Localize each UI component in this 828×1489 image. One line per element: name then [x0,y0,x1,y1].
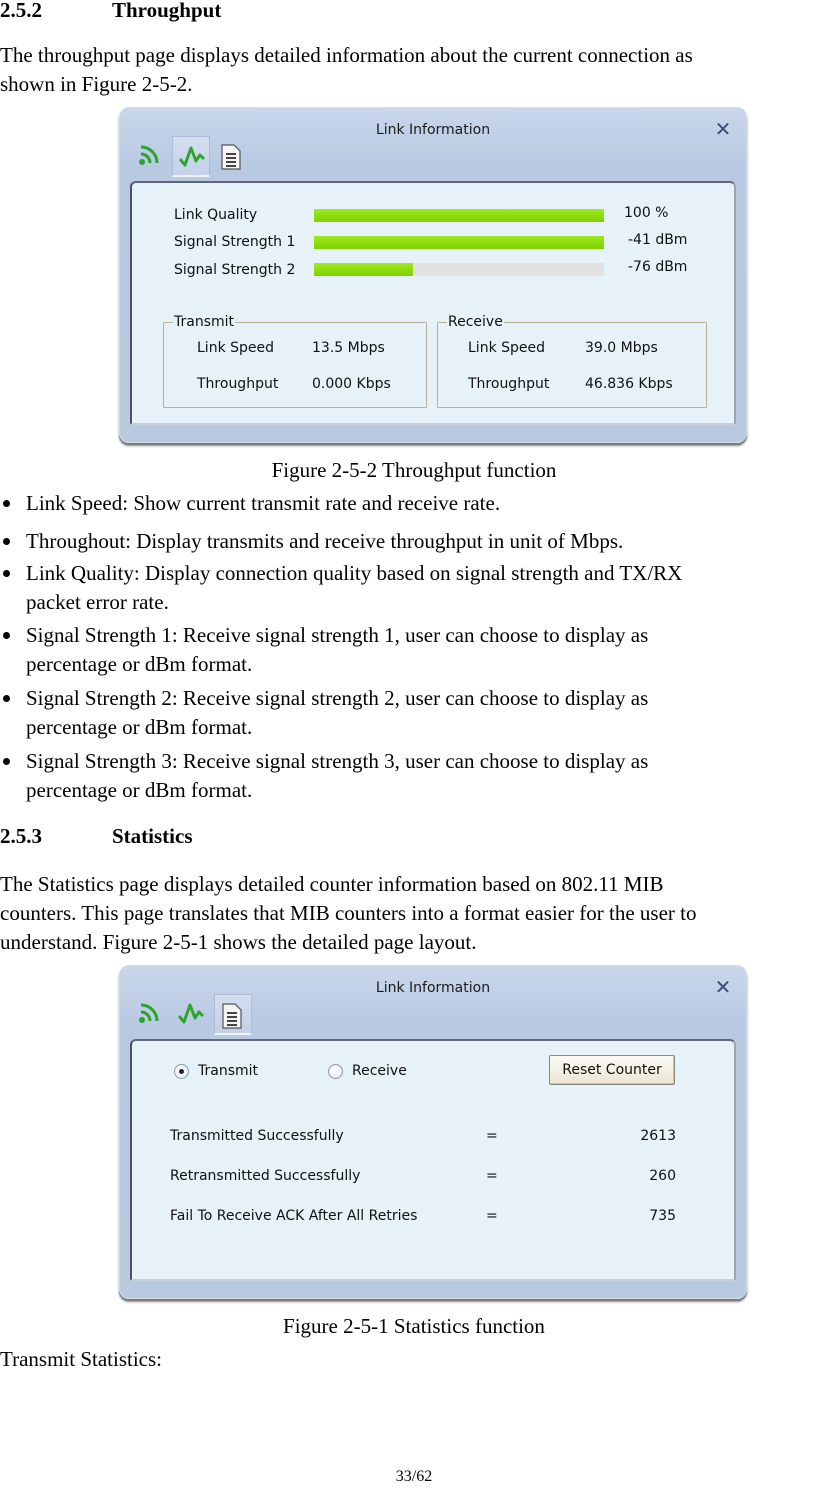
signal-strength-2-value: -76 dBm [628,259,688,275]
link-information-window-throughput: Link Information ✕ Link Quality 100 % Si… [119,107,747,443]
transmit-statistics-text: Transmit Statistics: [0,1347,163,1371]
bullet-icon [3,500,10,507]
wireless-signal-icon [139,145,159,165]
section-heading-statistics: 2.5.3 Statistics [0,824,400,850]
figure-caption-throughput: Figure 2-5-2 Throughput function [271,458,557,482]
bullet-text: Signal Strength 2: Receive signal streng… [26,684,796,742]
intro-line: shown in Figure 2-5-2. [0,72,193,96]
bullet-line: Link Quality: Display connection quality… [26,561,683,585]
statistics-panel: Transmit Receive Reset Counter Transmitt… [130,1039,736,1281]
rx-link-speed-value: 39.0 Mbps [585,340,658,356]
tx-throughput-value: 0.000 Kbps [312,376,391,392]
bullet-icon [3,570,10,577]
section-title: Statistics [112,824,193,848]
throughput-panel: Link Quality 100 % Signal Strength 1 -41… [130,181,736,425]
bullet-line: percentage or dBm format. [26,715,253,739]
intro-line: The Statistics page displays detailed co… [0,872,664,896]
signal-strength-1-value: -41 dBm [628,232,688,248]
tab-wireless[interactable] [132,136,168,174]
counter-value: 735 [649,1208,676,1224]
counter-equals: = [486,1168,498,1184]
link-quality-label: Link Quality [174,207,258,223]
counter-value: 260 [649,1168,676,1184]
tx-throughput-label: Throughput [197,376,279,392]
bullet-item: Link Speed: Show current transmit rate a… [0,489,800,518]
transmit-group: Transmit Link Speed 13.5 Mbps Throughput… [163,314,427,408]
bullet-text: Link Quality: Display connection quality… [26,559,796,617]
counter-value: 2613 [640,1128,676,1144]
meter-fill [314,209,604,222]
signal-strength-2-bar [314,263,604,276]
signal-strength-1-bar [314,236,604,249]
bullet-text: Signal Strength 1: Receive signal streng… [26,621,796,679]
link-information-window-statistics: Link Information ✕ Transmit Receive Rese… [119,965,747,1299]
bullet-line: Signal Strength 3: Receive signal streng… [26,749,649,773]
signal-strength-1-label: Signal Strength 1 [174,234,296,250]
bullet-text: Throughout: Display transmits and receiv… [26,529,624,553]
statistics-document-icon [221,144,241,170]
signal-strength-2-label: Signal Strength 2 [174,262,296,278]
reset-counter-button[interactable]: Reset Counter [549,1055,675,1085]
tab-statistics[interactable] [214,994,252,1035]
bullet-item: Signal Strength 3: Receive signal streng… [0,747,800,805]
counter-label: Retransmitted Successfully [170,1168,361,1184]
close-icon[interactable]: ✕ [712,976,734,998]
bullet-item: Link Quality: Display connection quality… [0,559,800,617]
tab-throughput[interactable] [172,136,210,177]
intro-line: The throughput page displays detailed in… [0,43,693,67]
counter-label: Transmitted Successfully [170,1128,344,1144]
tab-throughput[interactable] [172,994,208,1032]
bullet-line: Signal Strength 1: Receive signal streng… [26,623,649,647]
counter-equals: = [486,1128,498,1144]
transmit-radio[interactable] [174,1064,189,1079]
transmit-legend: Transmit [173,314,236,330]
receive-legend: Receive [447,314,504,330]
receive-group: Receive Link Speed 39.0 Mbps Throughput … [437,314,707,408]
close-icon[interactable]: ✕ [712,118,734,140]
bullet-line: percentage or dBm format. [26,652,253,676]
section-title: Throughput [112,0,222,22]
receive-radio-label[interactable]: Receive [352,1063,407,1079]
intro-line: understand. Figure 2-5-1 shows the detai… [0,930,477,954]
bullet-icon [3,632,10,639]
receive-radio[interactable] [328,1064,343,1079]
link-quality-bar [314,209,604,222]
throughput-graph-icon [178,1003,204,1024]
bullet-text: Signal Strength 3: Receive signal streng… [26,747,796,805]
meter-fill [314,263,413,276]
intro-line: counters. This page translates that MIB … [0,901,697,925]
counter-label: Fail To Receive ACK After All Retries [170,1208,418,1224]
bullet-item: Throughout: Display transmits and receiv… [0,527,800,556]
page-number: 33/62 [395,1468,433,1485]
rx-throughput-value: 46.836 Kbps [585,376,673,392]
link-quality-value: 100 % [624,205,669,221]
section-heading-throughput: 2.5.2 Throughput [0,0,400,24]
throughput-intro: The throughput page displays detailed in… [0,41,828,99]
transmit-radio-label[interactable]: Transmit [198,1063,258,1079]
tab-wireless[interactable] [132,994,168,1032]
bullet-text: Link Speed: Show current transmit rate a… [26,491,501,515]
figure-caption-statistics: Figure 2-5-1 Statistics function [283,1314,545,1338]
bullet-icon [3,758,10,765]
tab-statistics[interactable] [214,136,250,174]
bullet-item: Signal Strength 2: Receive signal streng… [0,684,800,742]
section-number: 2.5.3 [0,824,42,848]
rx-link-speed-label: Link Speed [468,340,546,356]
tx-link-speed-label: Link Speed [197,340,275,356]
throughput-graph-icon [179,146,205,167]
bullet-icon [3,695,10,702]
counter-equals: = [486,1208,498,1224]
section-number: 2.5.2 [0,0,42,22]
bullet-line: Signal Strength 2: Receive signal streng… [26,686,649,710]
wireless-signal-icon [139,1003,159,1023]
bullet-item: Signal Strength 1: Receive signal streng… [0,621,800,679]
tx-link-speed-value: 13.5 Mbps [312,340,385,356]
statistics-document-icon [222,1003,242,1029]
rx-throughput-label: Throughput [468,376,550,392]
bullet-line: packet error rate. [26,590,169,614]
meter-fill [314,236,604,249]
statistics-intro: The Statistics page displays detailed co… [0,870,828,957]
bullet-line: percentage or dBm format. [26,778,253,802]
bullet-icon [3,538,10,545]
